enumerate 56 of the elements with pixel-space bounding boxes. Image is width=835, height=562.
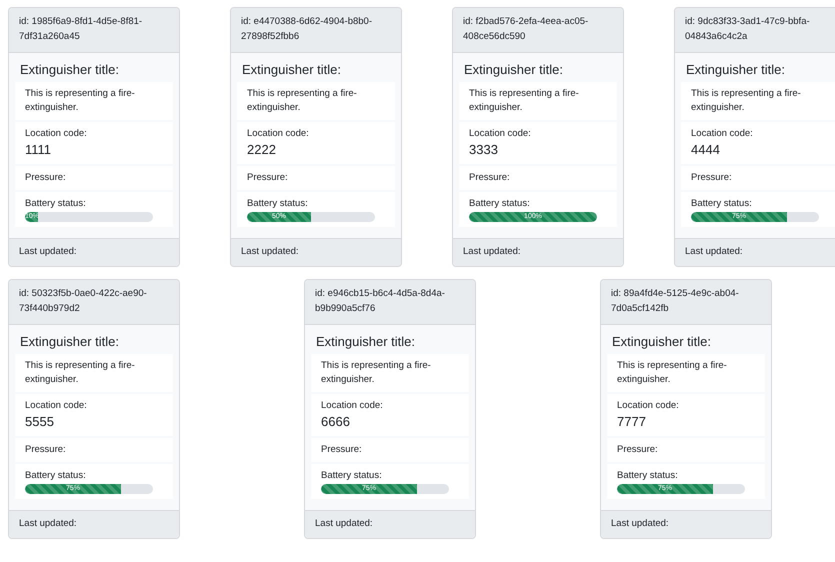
- location-label: Location code:: [25, 127, 88, 141]
- description-text: This is representing a fire-extinguisher.: [25, 359, 136, 387]
- description-text: This is representing a fire-extinguisher.: [25, 87, 136, 115]
- card-id: id: 9dc83f33-3ad1-47c9-bbfa-04843a6c4c2a: [685, 15, 811, 44]
- location-label: Location code:: [691, 127, 754, 141]
- location-label: Location code:: [469, 127, 532, 141]
- card-title: Extinguisher title:: [316, 334, 416, 349]
- card-id: id: 1985f6a9-8fd1-4d5e-8f81-7df31a260a45: [19, 15, 144, 44]
- battery-label: Battery status:: [617, 469, 679, 483]
- location-code: 7777: [617, 413, 647, 431]
- pressure-label: Pressure:: [469, 171, 511, 185]
- battery-label: Battery status:: [25, 197, 87, 211]
- pressure-label: Pressure:: [321, 443, 363, 457]
- card-title: Extinguisher title:: [612, 334, 712, 349]
- battery-label: Battery status:: [247, 197, 309, 211]
- pressure-label: Pressure:: [691, 171, 733, 185]
- description-text: This is representing a fire-extinguisher.: [691, 87, 802, 115]
- battery-label: Battery status:: [469, 197, 531, 211]
- battery-label: Battery status:: [691, 197, 753, 211]
- card-id: id: e946cb15-b6c4-4d5a-8d4a-b9b990a5cf76: [315, 287, 446, 316]
- location-label: Location code:: [617, 399, 680, 413]
- pressure-label: Pressure:: [25, 171, 67, 185]
- description-text: This is representing a fire-extinguisher.: [469, 87, 580, 115]
- last-updated-text: Last updated:: [463, 246, 521, 257]
- pressure-label: Pressure:: [617, 443, 659, 457]
- card-id: id: 89a4fd4e-5125-4e9c-ab04-7d0a5cf142fb: [611, 287, 740, 316]
- location-code: 4444: [691, 141, 721, 159]
- last-updated-text: Last updated:: [19, 518, 77, 529]
- battery-label: Battery status:: [321, 469, 383, 483]
- last-updated-text: Last updated:: [19, 246, 77, 257]
- location-label: Location code:: [321, 399, 384, 413]
- last-updated-text: Last updated:: [315, 518, 373, 529]
- card-title: Extinguisher title:: [20, 334, 120, 349]
- location-label: Location code:: [247, 127, 310, 141]
- description-text: This is representing a fire-extinguisher.: [321, 359, 432, 387]
- location-code: 6666: [321, 413, 351, 431]
- card-title: Extinguisher title:: [686, 62, 786, 77]
- location-code: 3333: [469, 141, 499, 159]
- card-title: Extinguisher title:: [464, 62, 564, 77]
- description-text: This is representing a fire-extinguisher.: [247, 87, 358, 115]
- battery-label: Battery status:: [25, 469, 87, 483]
- last-updated-text: Last updated:: [685, 246, 743, 257]
- description-text: This is representing a fire-extinguisher.: [617, 359, 728, 387]
- location-code: 5555: [25, 413, 55, 431]
- last-updated-text: Last updated:: [241, 246, 299, 257]
- card-title: Extinguisher title:: [242, 62, 342, 77]
- pressure-label: Pressure:: [25, 443, 67, 457]
- location-code: 1111: [25, 141, 52, 159]
- card-id: id: 50323f5b-0ae0-422c-ae90-73f440b979d2: [19, 287, 148, 316]
- card-id: id: e4470388-6d62-4904-b8b0-27898f52fbb6: [241, 15, 373, 44]
- card-title: Extinguisher title:: [20, 62, 120, 77]
- card-id: id: f2bad576-2efa-4eea-ac05-408ce56dc590: [463, 15, 590, 44]
- location-code: 2222: [247, 141, 277, 159]
- last-updated-text: Last updated:: [611, 518, 669, 529]
- location-label: Location code:: [25, 399, 88, 413]
- pressure-label: Pressure:: [247, 171, 289, 185]
